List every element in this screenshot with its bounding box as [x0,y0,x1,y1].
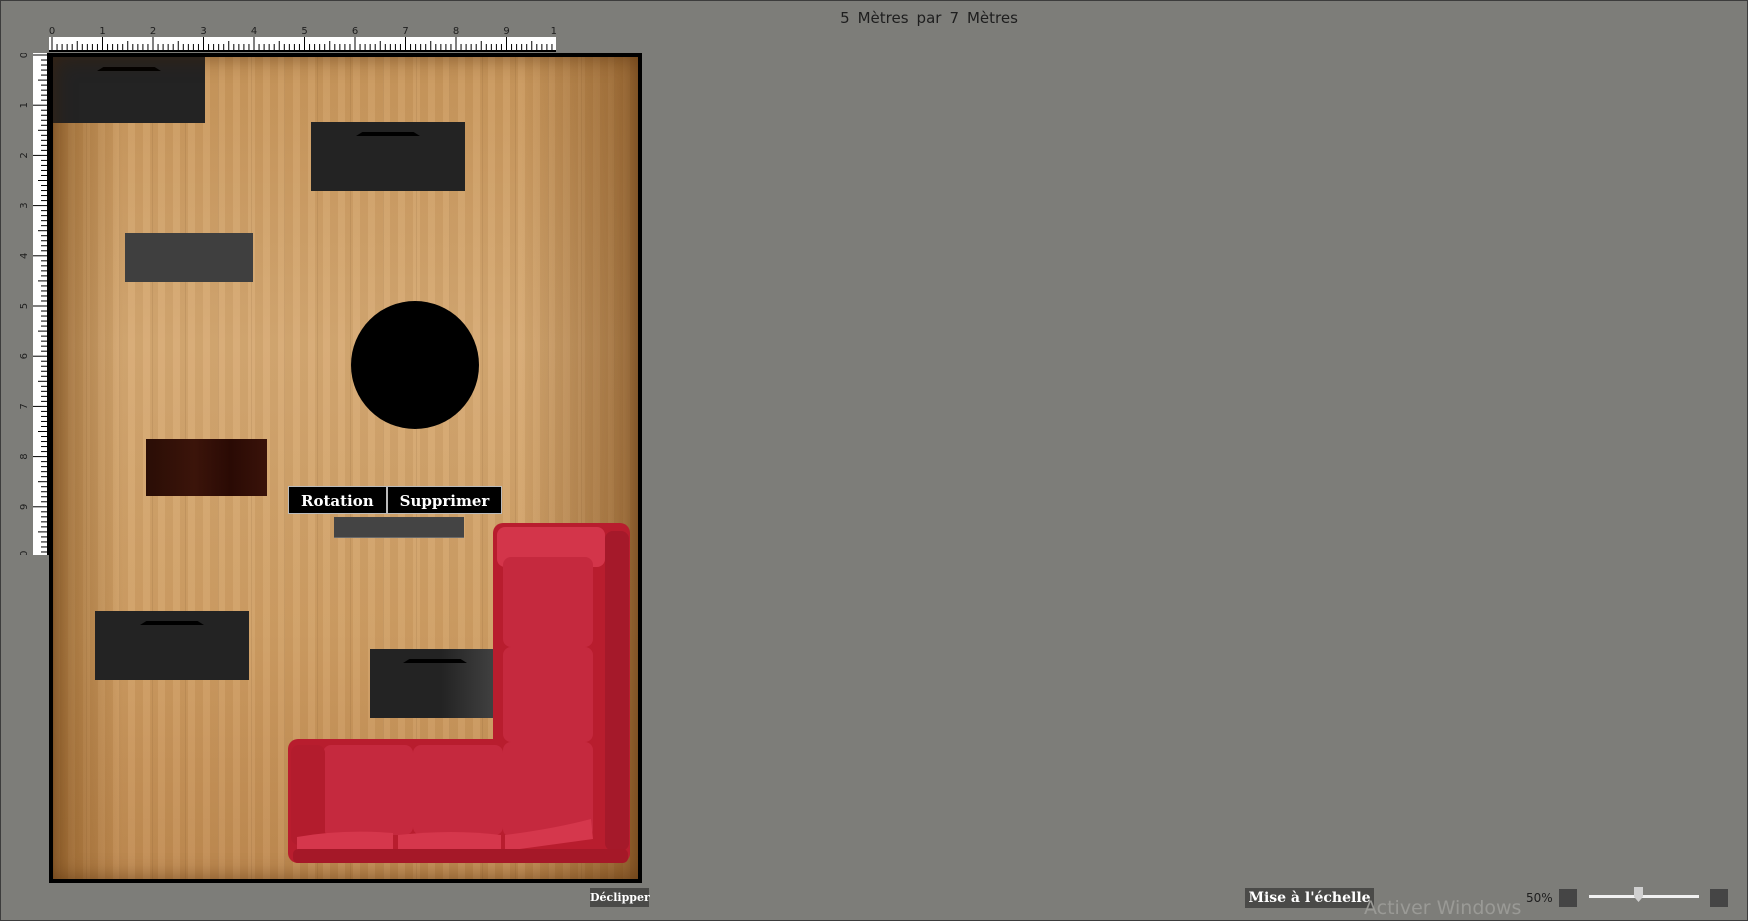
width-value: 5 [840,9,850,27]
sofa-shape [288,523,630,863]
context-menu: Rotation Supprimer [288,486,503,514]
furniture-black-rectangle[interactable] [311,122,465,191]
ruler-v-label: 1 [19,102,30,108]
furniture-black-rectangle[interactable] [53,57,205,123]
rotation-button[interactable]: Rotation [288,486,387,514]
unclip-button[interactable]: Déclipper [590,888,650,907]
ruler-v-label: 6 [19,353,30,359]
ruler-h-label: 9 [503,26,509,37]
ruler-v-label: 2 [19,152,30,158]
zoom-out-button[interactable] [1559,889,1577,907]
horizontal-ruler: 0 1 2 3 4 5 6 7 8 9 10 [49,26,556,52]
ruler-bg [49,37,556,52]
furniture-round-table[interactable] [351,301,479,429]
ruler-h-label: 2 [150,26,156,37]
ruler-h-label: 8 [453,26,459,37]
ruler-h-label: 6 [352,26,358,37]
ruler-v-label: 3 [19,202,30,208]
zoom-in-button[interactable] [1710,889,1728,907]
ruler-h-label: 4 [251,26,257,37]
ruler-h-label: 0 [49,26,55,37]
ruler-v-label: 5 [19,303,30,309]
width-unit: Mètres [857,9,909,27]
ruler-h-label: 5 [301,26,307,37]
delete-button[interactable]: Supprimer [386,486,503,514]
furniture-grey-rectangle[interactable] [125,233,253,282]
zoom-slider-track[interactable] [1589,895,1699,898]
ruler-v-label: 0 [19,53,30,58]
furniture-wood-table[interactable] [146,439,267,496]
ruler-v-label: 4 [19,253,30,259]
furniture-red-corner-sofa[interactable] [283,517,633,872]
furniture-black-rectangle[interactable] [95,611,249,680]
dimension-separator: par [916,9,942,27]
vertical-ruler: 0 1 2 3 4 5 6 7 8 9 10 [19,53,50,555]
ruler-v-label: 9 [19,504,30,510]
scale-button[interactable]: Mise à l'échelle [1245,888,1374,908]
height-unit: Mètres [966,9,1018,27]
zoom-label: 50% [1526,891,1553,905]
ruler-h-label: 1 [99,26,105,37]
activate-windows-watermark: Activer Windows [1364,897,1522,919]
ruler-h-label: 7 [402,26,408,37]
ruler-v-label: 7 [19,403,30,409]
ruler-h-label: 10 [551,26,556,37]
ruler-v-label: 8 [19,453,30,459]
ruler-h-label: 3 [200,26,206,37]
height-value: 7 [949,9,959,27]
ruler-v-label: 10 [19,551,30,555]
